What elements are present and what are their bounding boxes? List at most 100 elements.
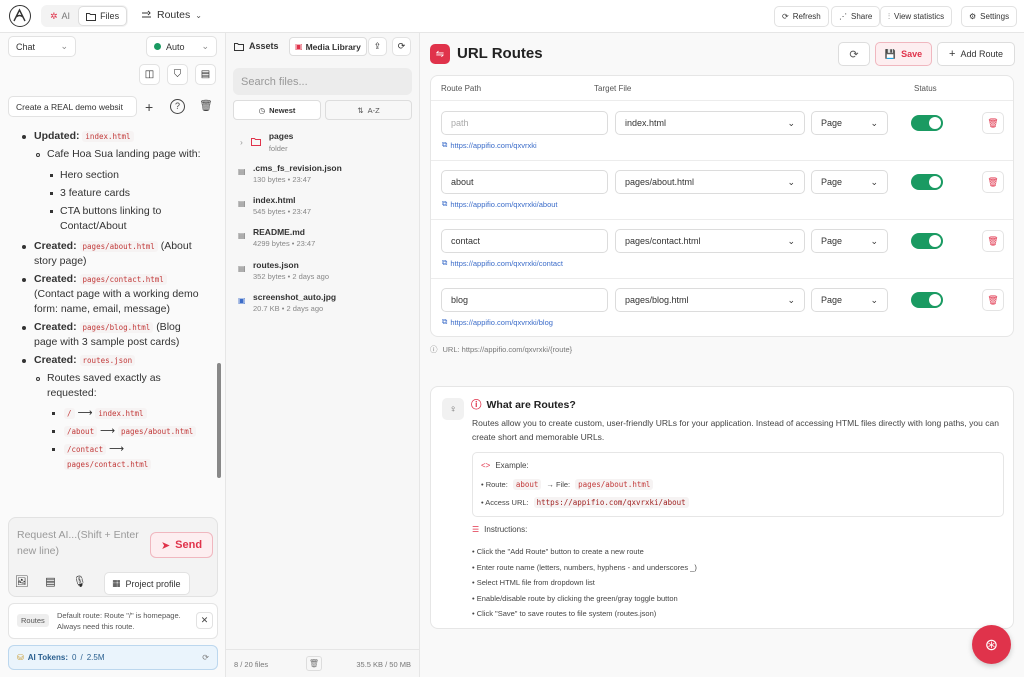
image-button[interactable]: 🖼 <box>11 571 32 592</box>
refresh-button[interactable]: ⟳ Refresh <box>774 6 829 27</box>
help-icon[interactable]: ? <box>170 99 185 114</box>
plus-icon[interactable]: + <box>145 99 153 115</box>
target-file-select[interactable]: pages/contact.html ⌄ <box>615 229 805 253</box>
chevron-down-icon: ⌄ <box>870 294 878 305</box>
route-url-link[interactable]: ⧉ https://appifio.com/qxvrxki/contact <box>442 258 563 268</box>
instruction-text: Select HTML file from dropdown list <box>476 578 595 587</box>
route-type-select[interactable]: Page ⌄ <box>811 288 888 312</box>
shield-button[interactable]: ⛉ <box>167 64 188 85</box>
route-type-select[interactable]: Page ⌄ <box>811 111 888 135</box>
close-icon[interactable]: ✕ <box>196 612 213 629</box>
trash-icon[interactable]: 🗑 <box>199 99 213 112</box>
project-profile-button[interactable]: ▦ Project profile <box>104 572 190 595</box>
target-file-value: pages/blog.html <box>625 295 689 305</box>
route-path-input[interactable]: about <box>441 170 608 194</box>
status-toggle[interactable] <box>911 292 943 308</box>
prompt-select[interactable]: Create a REAL demo websit <box>8 96 137 117</box>
route-url-link[interactable]: ⧉ https://appifio.com/qxvrxki <box>442 140 537 150</box>
route-type-select[interactable]: Page ⌄ <box>811 229 888 253</box>
file-button[interactable]: ▤ <box>40 571 61 592</box>
target-file-select[interactable]: index.html ⌄ <box>615 111 805 135</box>
instruction-item: • Click "Save" to save routes to file sy… <box>472 609 657 618</box>
target-file-select[interactable]: pages/about.html ⌄ <box>615 170 805 194</box>
folder-pages[interactable]: › pages folder <box>240 131 293 153</box>
brain-button[interactable]: ◫ <box>139 64 160 85</box>
share-button[interactable]: ⋰ Share <box>831 6 881 27</box>
created-label: Created: <box>34 354 77 366</box>
status-toggle[interactable] <box>911 174 943 190</box>
routes-table: Route Path Target File Status path index… <box>430 75 1014 337</box>
route-url-link[interactable]: ⧉ https://appifio.com/qxvrxki/blog <box>442 317 553 327</box>
info-icon: ⓘ <box>430 345 438 354</box>
target-file-value: index.html <box>625 118 667 128</box>
assets-header: Assets <box>234 41 279 51</box>
model-select[interactable]: Auto ⌄ <box>146 36 217 57</box>
file-item[interactable]: ▤ .cms_fs_revision.json 130 bytes • 23:47 <box>236 163 342 184</box>
instructions-list: • Click the "Add Route" button to create… <box>472 544 697 622</box>
refresh-files-button[interactable]: ⟳ <box>392 37 411 56</box>
send-icon: ➤ <box>160 539 171 552</box>
delete-route-button[interactable]: 🗑 <box>982 289 1004 311</box>
refresh-icon[interactable]: ⟳ <box>202 653 209 662</box>
mode-select-value: Chat <box>16 41 36 52</box>
chat-input[interactable]: Request AI...(Shift + Enter new line) <box>17 527 147 559</box>
clipboard-button[interactable]: ▤ <box>195 64 216 85</box>
media-library-button[interactable]: ▣ Media Library <box>289 37 367 56</box>
target-file-select[interactable]: pages/blog.html ⌄ <box>615 288 805 312</box>
send-button[interactable]: ➤ Send <box>150 532 213 558</box>
contact-file: pages/contact.html <box>79 274 167 285</box>
file-item[interactable]: ▤ index.html 545 bytes • 23:47 <box>236 195 311 216</box>
search-files-input[interactable]: Search files... <box>233 68 412 95</box>
route-path-input[interactable]: contact <box>441 229 608 253</box>
sort-az-label: A-Z <box>367 105 380 115</box>
routes-file: routes.json <box>79 355 136 366</box>
trash-icon[interactable]: 🗑 <box>306 656 322 671</box>
column-status: Status <box>914 84 937 93</box>
chat-scrollbar[interactable] <box>217 363 221 478</box>
sort-newest-button[interactable]: ◷ Newest <box>233 100 321 120</box>
refresh-icon: ⟳ <box>849 48 859 61</box>
route-path-input[interactable]: blog <box>441 288 608 312</box>
instruction-text: Enter route name (letters, numbers, hyph… <box>476 562 697 572</box>
delete-route-button[interactable]: 🗑 <box>982 171 1004 193</box>
delete-route-button[interactable]: 🗑 <box>982 230 1004 252</box>
file-icon: ▤ <box>238 167 246 176</box>
mode-select[interactable]: Chat ⌄ <box>8 36 76 57</box>
file-item[interactable]: ▤ README.md 4299 bytes • 23:47 <box>236 227 315 248</box>
delete-route-button[interactable]: 🗑 <box>982 112 1004 134</box>
app-logo[interactable] <box>9 5 31 27</box>
add-route-button[interactable]: + Add Route <box>937 42 1015 66</box>
clock-icon: ◷ <box>258 105 266 115</box>
upload-button[interactable]: ⇪ <box>368 37 387 56</box>
route-type-select[interactable]: Page ⌄ <box>811 170 888 194</box>
save-button[interactable]: 💾 Save <box>875 42 932 66</box>
instruction-text: Click "Save" to save routes to file syst… <box>476 609 657 618</box>
target-file-value: pages/about.html <box>625 177 695 187</box>
chevron-down-icon: ⌄ <box>195 10 202 20</box>
status-toggle[interactable] <box>911 115 943 131</box>
file-item[interactable]: ▤ routes.json 352 bytes • 2 days ago <box>236 260 329 281</box>
sort-az-button[interactable]: ⇅ A-Z <box>325 100 412 120</box>
landing-text: Cafe Hoa Sua landing page with: <box>47 148 201 160</box>
example-label: Example: <box>495 461 529 470</box>
help-support-button[interactable]: ⊛ <box>972 625 1011 664</box>
project-selector[interactable]: Routes ⌄ <box>141 9 202 21</box>
chevron-down-icon: ⌄ <box>787 176 795 187</box>
image-icon: ▣ <box>295 42 303 51</box>
route-path-input[interactable]: path <box>441 111 608 135</box>
file-name: index.html <box>253 195 296 205</box>
settings-button[interactable]: ⚙ Settings <box>961 6 1018 27</box>
tab-files[interactable]: Files <box>79 7 127 25</box>
refresh-icon: ⟳ <box>397 41 406 51</box>
file-meta: 20.7 KB • 2 days ago <box>253 304 324 313</box>
sparkle-icon: ✲ <box>50 10 58 21</box>
tab-ai[interactable]: ✲ AI <box>43 7 77 25</box>
mic-button[interactable]: 🎙 <box>69 571 90 592</box>
reload-routes-button[interactable]: ⟳ <box>838 42 870 66</box>
view-statistics-button[interactable]: ⫶ View statistics <box>880 6 953 27</box>
status-toggle[interactable] <box>911 233 943 249</box>
file-item[interactable]: ▣ screenshot_auto.jpg 20.7 KB • 2 days ag… <box>236 292 336 313</box>
info-title: ⓘ What are Routes? <box>471 397 576 412</box>
route-url-link[interactable]: ⧉ https://appifio.com/qxvrxki/about <box>442 199 558 209</box>
storage-usage: 35.5 KB / 50 MB <box>356 660 411 669</box>
